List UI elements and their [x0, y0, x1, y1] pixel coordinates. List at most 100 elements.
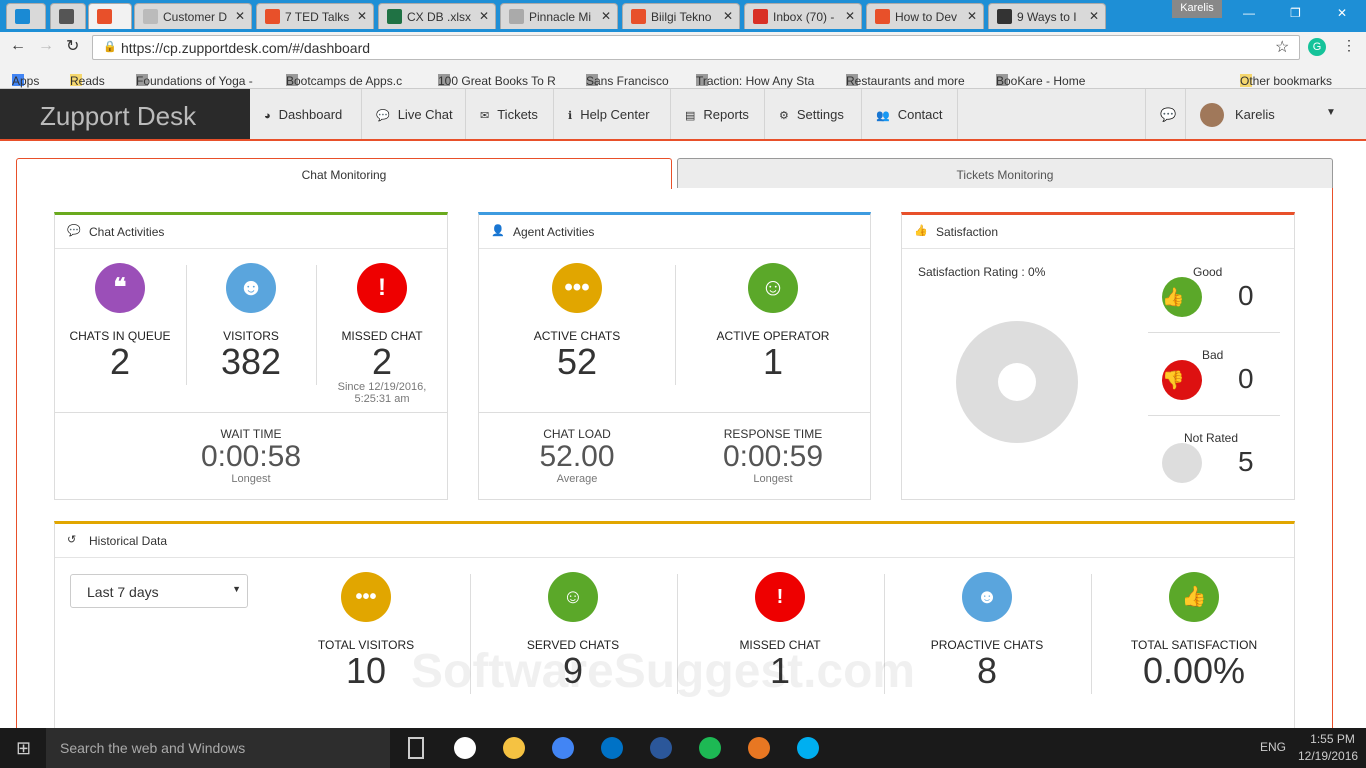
browser-tab[interactable]: Customer D ✕: [134, 3, 252, 29]
browser-tab[interactable]: Pinnacle Mi ✕: [500, 3, 618, 29]
satisfaction-donut-chart: [956, 321, 1078, 443]
grammarly-icon[interactable]: G: [1308, 38, 1326, 56]
chats-in-queue-value: 2: [109, 341, 131, 382]
clock-date[interactable]: 12/19/2016: [1298, 749, 1358, 763]
stat-label: RESPONSE TIME: [723, 427, 823, 441]
stat-value: 0.00%: [1142, 650, 1246, 691]
browser-tab[interactable]: Inbox (70) - ✕: [744, 3, 862, 29]
back-icon[interactable]: ←: [10, 37, 26, 55]
close-tab-icon[interactable]: ✕: [723, 9, 733, 23]
user-name[interactable]: Karelis: [1235, 107, 1275, 122]
maximize-button[interactable]: ❐: [1290, 6, 1301, 20]
date-range-select[interactable]: Last 7 days ▼: [70, 574, 248, 608]
tab-tickets-monitoring[interactable]: Tickets Monitoring: [677, 158, 1333, 188]
nav-icon: 👥: [876, 110, 890, 122]
nav-icon: ℹ: [568, 110, 573, 122]
language-indicator[interactable]: ENG: [1260, 740, 1286, 754]
stat-label: WAIT TIME: [220, 427, 282, 441]
wait-time-value: 0:00:58: [200, 440, 302, 473]
tab-title: How to Dev: [895, 10, 958, 24]
nav-tickets[interactable]: ✉ Tickets: [466, 89, 554, 139]
chats-icon: ❝: [95, 263, 145, 313]
historical-data-card: ↺ Historical Data Last 7 days ▼ ••• TOTAL V…: [54, 521, 1295, 731]
watermark: SoftwareSuggest.com: [411, 645, 916, 698]
nav-contact[interactable]: 👥 Contact: [862, 89, 958, 139]
avatar[interactable]: [1200, 103, 1224, 127]
chat-bubble-icon[interactable]: 💬: [1145, 89, 1186, 139]
chevron-down-icon[interactable]: ▼: [1326, 107, 1336, 118]
visitors-value: 382: [220, 341, 282, 382]
browser-tab[interactable]: 9 Ways to I ✕: [988, 3, 1106, 29]
browser-tab[interactable]: 7 TED Talks ✕: [256, 3, 374, 29]
active-chats-value: 52: [556, 341, 598, 382]
favicon-icon: [387, 9, 402, 24]
profile-badge[interactable]: Karelis: [1172, 0, 1222, 18]
bad-value: 0: [1238, 363, 1254, 394]
browser-tab[interactable]: How to Dev ✕: [866, 3, 984, 29]
clock-time[interactable]: 1:55 PM: [1305, 732, 1360, 746]
favicon-icon: [59, 9, 74, 24]
nav-live-chat[interactable]: 💬 Live Chat: [362, 89, 466, 139]
response-time-value: 0:00:59: [722, 440, 824, 473]
stat-sub: Longest: [231, 473, 271, 485]
word-icon[interactable]: [650, 737, 672, 759]
chrome-icon[interactable]: [552, 737, 574, 759]
monitoring-tabs: Chat Monitoring Tickets Monitoring: [16, 158, 1333, 189]
url-input[interactable]: 🔒 https://cp.zupportdesk.com/#/dashboard: [92, 35, 1300, 60]
browser-tab[interactable]: [6, 3, 46, 29]
nav-reports[interactable]: ▤ Reports: [671, 89, 765, 139]
favicon-icon: [97, 9, 112, 24]
good-label: Good: [1193, 265, 1223, 279]
stat-sub: Longest: [753, 473, 793, 485]
active-operator-value: 1: [762, 341, 784, 382]
forward-icon[interactable]: →: [38, 37, 54, 55]
browser-tab[interactable]: [50, 3, 86, 29]
bookmarks-bar: Apps Reads Foundations of Yoga - Bootcamps …: [0, 62, 1366, 89]
good-value: 0: [1238, 280, 1254, 311]
card-title: Chat Activities: [89, 225, 165, 239]
skype-icon[interactable]: [797, 737, 819, 759]
search-box[interactable]: Search the web and Windows: [46, 728, 390, 768]
menu-icon[interactable]: ⋮: [1342, 37, 1356, 54]
browser-tab[interactable]: [88, 3, 132, 29]
slack-icon[interactable]: [454, 737, 476, 759]
app-icon[interactable]: [748, 737, 770, 759]
close-window-button[interactable]: ✕: [1337, 6, 1347, 20]
reload-icon[interactable]: ↻: [66, 36, 79, 56]
nav-icon: ⚙: [779, 110, 789, 122]
tab-chat-monitoring[interactable]: Chat Monitoring: [16, 158, 672, 189]
nav-settings[interactable]: ⚙ Settings: [765, 89, 862, 139]
spotify-icon[interactable]: [699, 737, 721, 759]
card-title: Agent Activities: [513, 225, 595, 239]
favicon-icon: [631, 9, 646, 24]
close-tab-icon[interactable]: ✕: [601, 9, 611, 23]
chevron-down-icon: ▼: [232, 584, 241, 594]
windows-start-icon[interactable]: ⊞: [16, 738, 31, 759]
minimize-button[interactable]: —: [1243, 6, 1255, 20]
nav-dashboard[interactable]: ◕ Dashboard: [250, 89, 362, 139]
tab-title: Pinnacle Mi: [529, 10, 592, 24]
logo[interactable]: Zupport Desk: [0, 89, 250, 139]
task-view-icon[interactable]: [408, 737, 424, 759]
outlook-icon[interactable]: [601, 737, 623, 759]
stat-icon: 👍: [1169, 572, 1219, 622]
close-tab-icon[interactable]: ✕: [479, 9, 489, 23]
address-bar-row: ← → ↻ 🔒 https://cp.zupportdesk.com/#/dash…: [0, 32, 1366, 62]
agent-activities-card: 👤 Agent Activities ••• ACTIVE CHATS 52 ☺ ACT…: [478, 212, 871, 500]
chat-activities-card: 💬 Chat Activities ❝ CHATS IN QUEUE 2 ☻ VISIT…: [54, 212, 448, 500]
history-icon: ↺: [67, 534, 77, 546]
nav-icon: ◕: [264, 110, 271, 122]
star-icon[interactable]: ☆: [1275, 37, 1289, 57]
browser-tab[interactable]: Biilgi Tekno ✕: [622, 3, 740, 29]
close-tab-icon[interactable]: ✕: [967, 9, 977, 23]
file-explorer-icon[interactable]: [503, 737, 525, 759]
close-tab-icon[interactable]: ✕: [357, 9, 367, 23]
visitors-icon: ☻: [226, 263, 276, 313]
close-tab-icon[interactable]: ✕: [845, 9, 855, 23]
nav-help-center[interactable]: ℹ Help Center: [554, 89, 671, 139]
nav-icon: 💬: [376, 110, 390, 122]
stat-sub: Average: [556, 473, 598, 485]
close-tab-icon[interactable]: ✕: [1089, 9, 1099, 23]
close-tab-icon[interactable]: ✕: [235, 9, 245, 23]
browser-tab[interactable]: CX DB .xlsx ✕: [378, 3, 496, 29]
